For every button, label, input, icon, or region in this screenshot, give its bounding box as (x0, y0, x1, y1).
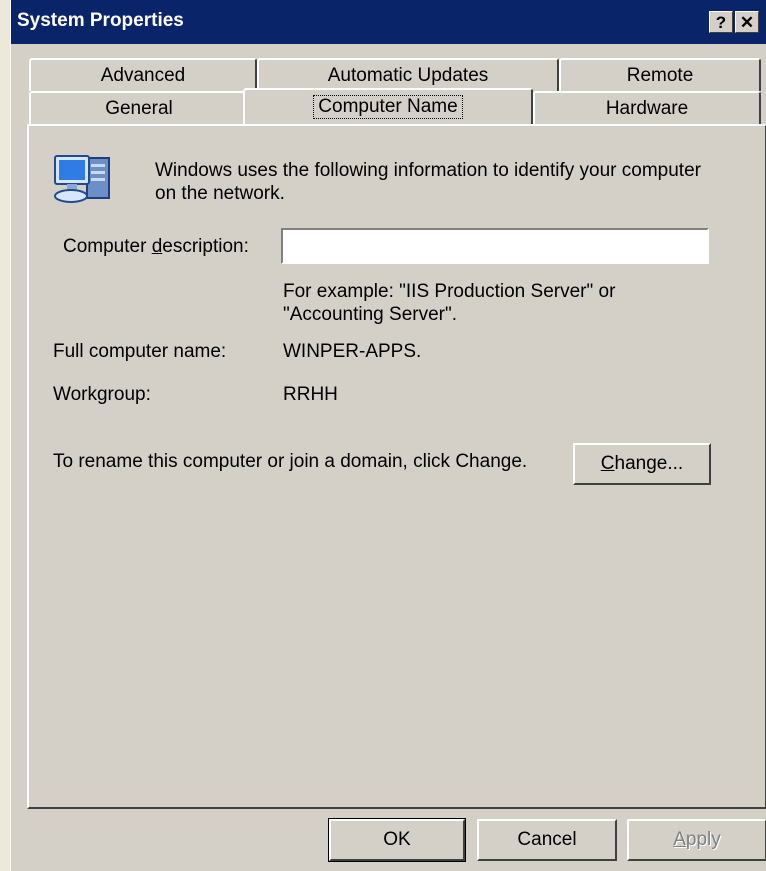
tab-general[interactable]: General (29, 91, 249, 124)
cancel-button[interactable]: Cancel (477, 819, 617, 861)
example-line-1: For example: "IIS Production Server" or (283, 281, 616, 302)
tab-automatic-updates[interactable]: Automatic Updates (257, 58, 559, 91)
workgroup-label: Workgroup: (53, 384, 151, 405)
intro-text: Windows uses the following information t… (155, 159, 701, 205)
intro-line-1: Windows uses the following information t… (155, 160, 701, 181)
label-part: pply (685, 829, 721, 850)
tab-remote[interactable]: Remote (559, 58, 761, 91)
label-part: Computer (63, 236, 152, 257)
apply-button[interactable]: Apply (627, 819, 766, 861)
workgroup-value: RRHH (283, 384, 338, 405)
tab-label: Hardware (605, 97, 689, 119)
label-part: hange... (614, 453, 684, 474)
close-button[interactable]: ✕ (735, 11, 759, 33)
tab-label: General (105, 97, 173, 119)
full-computer-name-value: WINPER-APPS. (283, 341, 422, 362)
background-strip (0, 0, 10, 871)
tab-label: Automatic Updates (327, 64, 489, 86)
full-computer-name-label: Full computer name: (53, 341, 227, 362)
rename-instruction: To rename this computer or join a domain… (53, 451, 528, 472)
computer-network-icon (54, 155, 110, 203)
tab-advanced[interactable]: Advanced (29, 58, 257, 91)
tab-label: Computer Name (313, 95, 463, 119)
ok-button[interactable]: OK (328, 818, 466, 862)
button-label: Apply (673, 829, 721, 851)
help-button[interactable]: ? (709, 11, 733, 33)
example-text: For example: "IIS Production Server" or … (283, 280, 615, 326)
tab-hardware[interactable]: Hardware (533, 91, 761, 124)
accelerator-key: A (673, 829, 686, 850)
label-part: escription: (162, 236, 249, 257)
tab-computer-name[interactable]: Computer Name (243, 88, 533, 124)
tab-label: Advanced (100, 64, 186, 86)
intro-line-2: on the network. (155, 183, 285, 204)
accelerator-key: d (151, 236, 163, 257)
computer-description-label: Computer description: (63, 236, 249, 258)
accelerator-key: C (600, 453, 615, 474)
tab-label: Remote (626, 64, 694, 86)
window-title: System Properties (17, 10, 184, 31)
title-bar[interactable]: System Properties ? ✕ (11, 0, 766, 44)
change-button[interactable]: Change... (573, 443, 711, 485)
button-label: Change... (601, 453, 683, 475)
example-line-2: "Accounting Server". (283, 304, 458, 325)
system-properties-dialog: System Properties ? ✕ Advanced Automatic… (10, 0, 766, 871)
computer-description-input[interactable] (281, 228, 709, 264)
